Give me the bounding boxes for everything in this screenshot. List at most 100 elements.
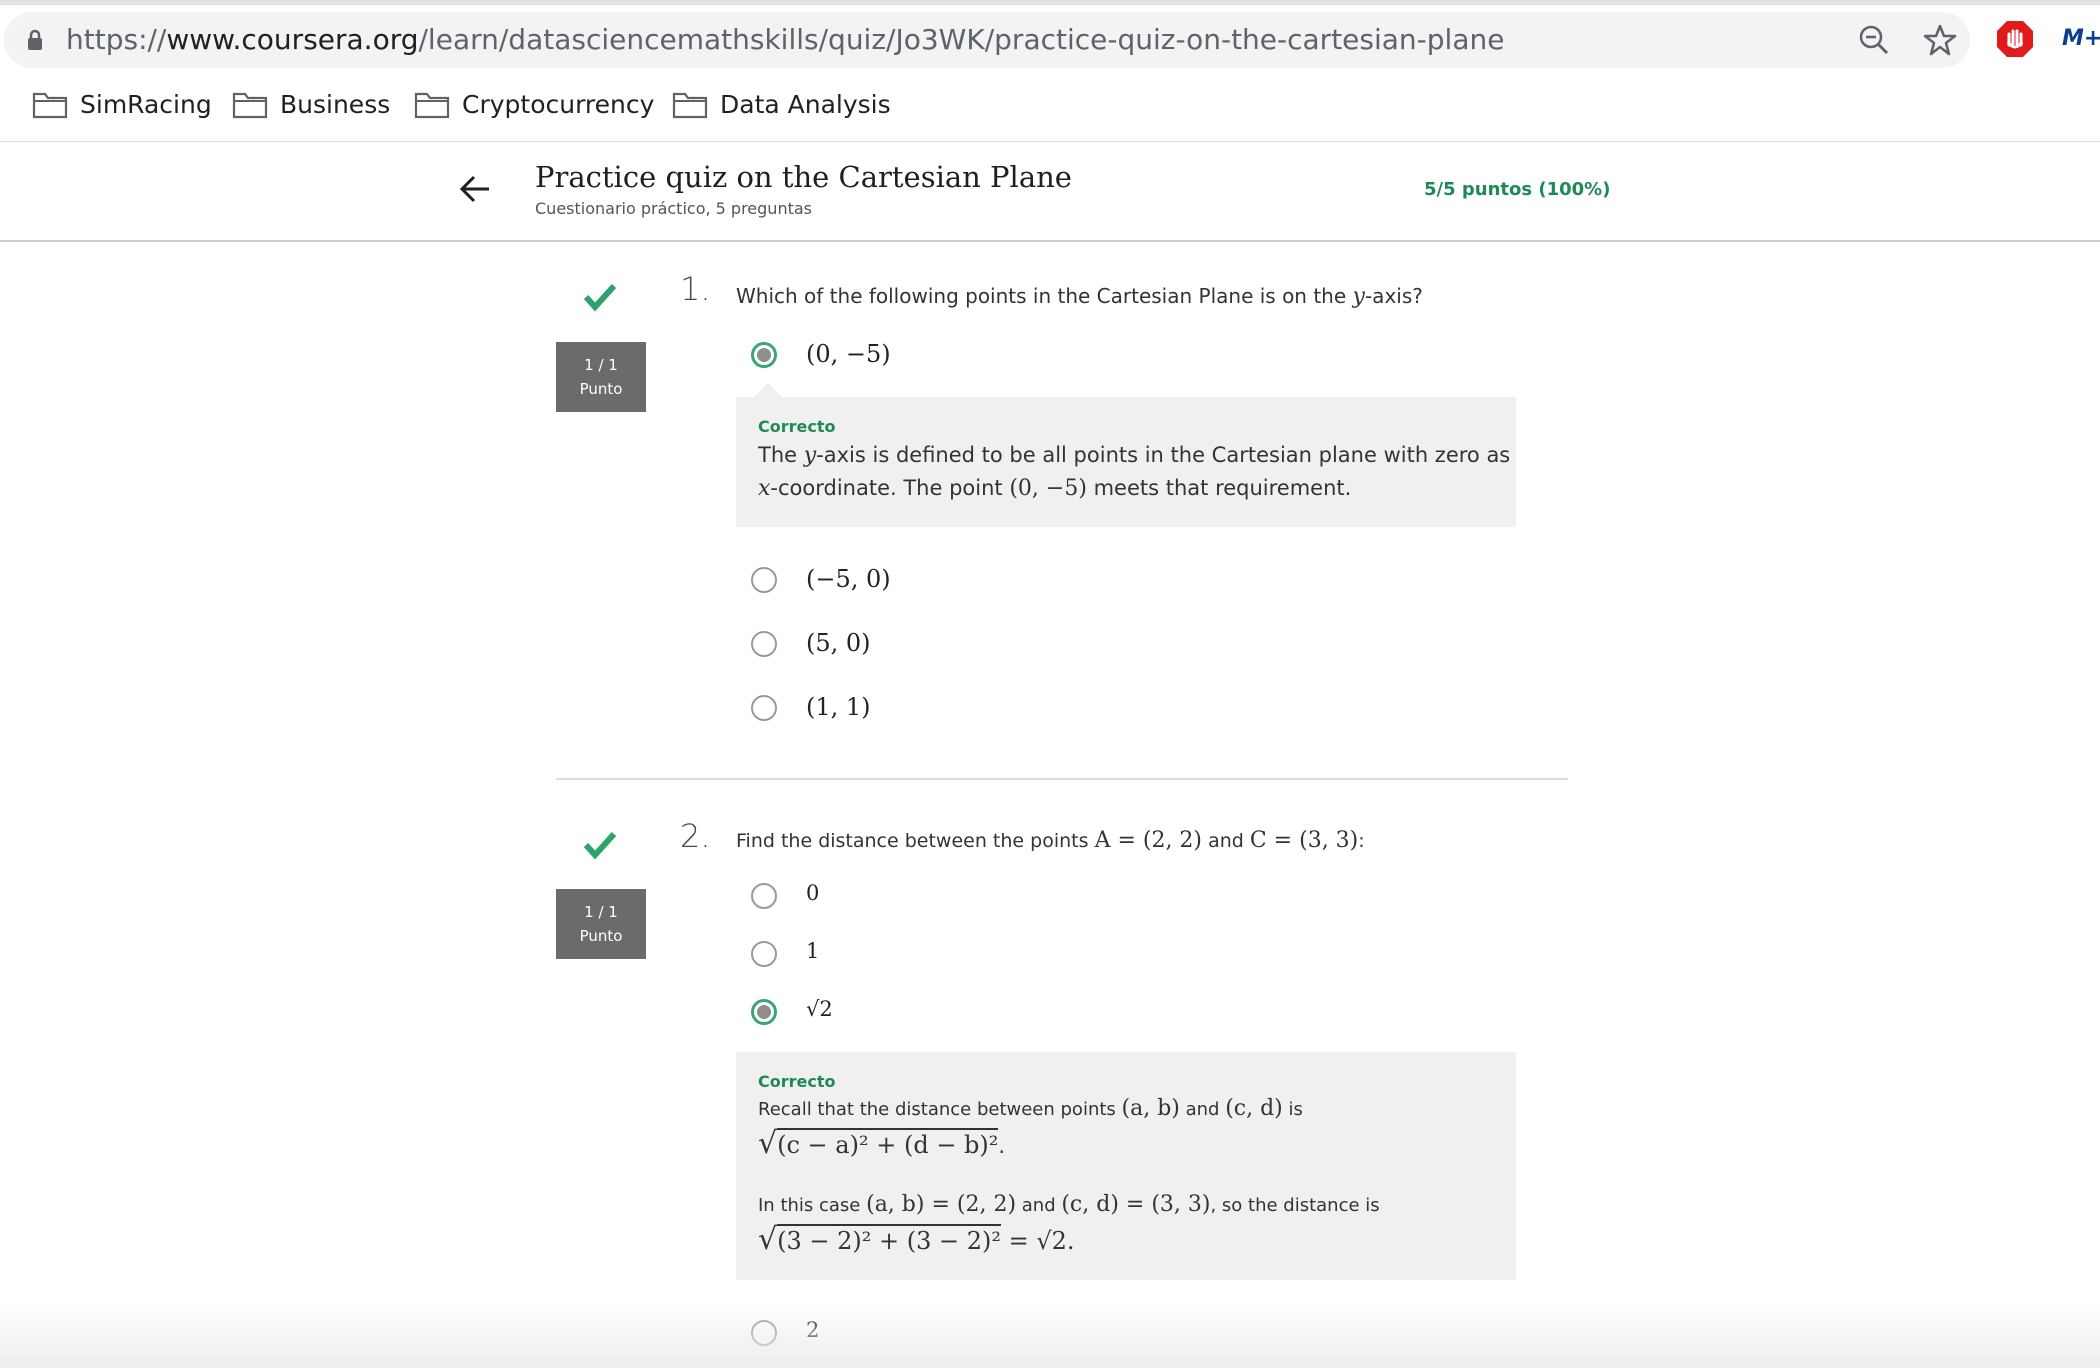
feedback-math-var: y (803, 443, 817, 468)
bookmark-business[interactable]: Business (232, 84, 390, 124)
feedback-math: (c, d) = (3, 3) (1061, 1192, 1211, 1217)
question-text-part: : (1358, 830, 1365, 852)
feedback-line: x-coordinate. The point (0, −5) meets th… (758, 476, 1351, 501)
question-number: 2. (680, 817, 711, 855)
folder-icon (672, 92, 708, 119)
feedback-panel: Correcto The y-axis is defined to be all… (736, 383, 1516, 527)
points-value: 1 / 1 (584, 356, 618, 374)
feedback-status: Correcto (758, 1072, 836, 1091)
bookmark-label: SimRacing (80, 89, 212, 119)
option-radio[interactable] (751, 631, 777, 657)
adblock-stop-icon[interactable] (1996, 20, 2034, 58)
feedback-text-part: -coordinate. The point (770, 476, 1010, 500)
question-text: Which of the following points in the Car… (736, 284, 1423, 309)
option-radio[interactable] (751, 695, 777, 721)
feedback-caret (754, 383, 782, 397)
star-icon[interactable] (1922, 22, 1958, 58)
feedback-line: Recall that the distance between points … (758, 1096, 1303, 1121)
address-bar[interactable]: https://www.coursera.org/learn/datascien… (4, 12, 1970, 68)
bookmark-label: Business (280, 89, 391, 119)
option-label[interactable]: 0 (806, 881, 819, 905)
option-label[interactable]: (1, 1) (806, 693, 871, 721)
question-text-part: Find the distance between the points (736, 830, 1095, 852)
option-radio[interactable] (751, 567, 777, 593)
check-icon (583, 283, 617, 312)
header-divider (0, 240, 2100, 242)
option-label[interactable]: (−5, 0) (806, 565, 891, 593)
feedback-panel: Correcto Recall that the distance betwee… (736, 1052, 1516, 1280)
formula-body: (3 − 2)² + (3 − 2)² (777, 1224, 1001, 1255)
feedback-text-part: Recall that the distance between points (758, 1099, 1122, 1120)
feedback-math-var: x (758, 476, 771, 501)
sqrt-sign-icon: √ (758, 1126, 778, 1161)
bookmark-data-analysis[interactable]: Data Analysis (672, 84, 891, 124)
option-label[interactable]: 1 (806, 939, 819, 963)
check-icon (583, 831, 617, 860)
feedback-math: (0, −5) (1009, 476, 1087, 501)
folder-icon (32, 92, 68, 119)
feedback-math: (a, b) = (2, 2) (866, 1192, 1017, 1217)
sqrt-expression: √(3 − 2)² + (3 − 2)² (758, 1222, 1001, 1257)
quiz-header: Practice quiz on the Cartesian Plane Cue… (0, 142, 2100, 240)
url-prefix: https:// (66, 23, 167, 56)
option-radio[interactable] (751, 342, 777, 368)
zoom-icon[interactable] (1856, 22, 1892, 58)
formula-body: (c − a)² + (d − b)² (777, 1128, 999, 1159)
page-title: Practice quiz on the Cartesian Plane (535, 160, 1072, 194)
url-host: www.coursera.org (166, 23, 419, 56)
option-label[interactable]: (5, 0) (806, 629, 871, 657)
question-math: C = (3, 3) (1249, 828, 1359, 853)
bookmark-simracing[interactable]: SimRacing (32, 84, 212, 124)
url-text[interactable]: https://www.coursera.org/learn/datascien… (66, 23, 1504, 57)
feedback-text-part: and (1179, 1099, 1226, 1120)
option-radio[interactable] (751, 941, 777, 967)
question-text: Find the distance between the points A =… (736, 828, 1365, 853)
bottom-fade (0, 1300, 2100, 1368)
sqrt-sign-icon: √ (758, 1222, 778, 1257)
feedback-text-part: is (1282, 1099, 1303, 1120)
points-unit: Punto (579, 927, 623, 945)
sqrt-expression: √(c − a)² + (d − b)² (758, 1126, 999, 1161)
bookmark-cryptocurrency[interactable]: Cryptocurrency (414, 84, 654, 124)
back-arrow-icon[interactable] (458, 172, 492, 206)
lock-icon[interactable] (24, 29, 46, 51)
points-badge: 1 / 1 Punto (556, 342, 646, 412)
feedback-formula: √(c − a)² + (d − b)². (758, 1126, 1005, 1161)
formula-end: . (998, 1134, 1006, 1158)
feedback-line: The y-axis is defined to be all points i… (758, 443, 1510, 468)
feedback-status: Correcto (758, 417, 836, 436)
question-math: A = (2, 2) (1094, 828, 1203, 853)
points-badge: 1 / 1 Punto (556, 889, 646, 959)
movistar-extension-icon[interactable]: M+ (2062, 26, 2100, 52)
question-text-part: -axis? (1364, 284, 1423, 308)
feedback-text-part: meets that requirement. (1086, 476, 1352, 500)
points-value: 1 / 1 (584, 903, 618, 921)
option-label[interactable]: √2 (806, 997, 833, 1021)
question-math-var: y (1352, 284, 1365, 309)
url-path: /learn/datasciencemathskills/quiz/Jo3WK/… (418, 23, 1505, 56)
feedback-formula: √(3 − 2)² + (3 − 2)² = √2. (758, 1222, 1075, 1257)
page-subtitle: Cuestionario práctico, 5 preguntas (535, 199, 812, 218)
question-divider (556, 778, 1568, 780)
folder-icon (232, 92, 268, 119)
bookmark-label: Cryptocurrency (462, 89, 655, 119)
formula-end: = √2. (1001, 1227, 1075, 1255)
folder-icon (414, 92, 450, 119)
question-text-part: Which of the following points in the Car… (736, 284, 1353, 308)
feedback-line: In this case (a, b) = (2, 2) and (c, d) … (758, 1192, 1380, 1217)
option-radio[interactable] (751, 883, 777, 909)
browser-top-strip (0, 0, 2100, 5)
feedback-text-part: and (1016, 1195, 1062, 1216)
feedback-text-part: , so the distance is (1210, 1195, 1380, 1216)
feedback-text-part: The (758, 443, 804, 467)
feedback-math: (a, b) (1121, 1096, 1180, 1121)
option-label[interactable]: (0, −5) (806, 340, 891, 368)
feedback-text-part: In this case (758, 1195, 867, 1216)
bookmark-label: Data Analysis (720, 89, 891, 119)
question-number: 1. (680, 270, 711, 308)
feedback-math: (c, d) (1225, 1096, 1283, 1121)
question-text-part: and (1202, 830, 1250, 852)
option-radio[interactable] (751, 999, 777, 1025)
bookmarks-bar: SimRacing Business Cryptocurrency Data A… (0, 84, 2100, 124)
score-badge: 5/5 puntos (100%) (1424, 179, 1611, 200)
